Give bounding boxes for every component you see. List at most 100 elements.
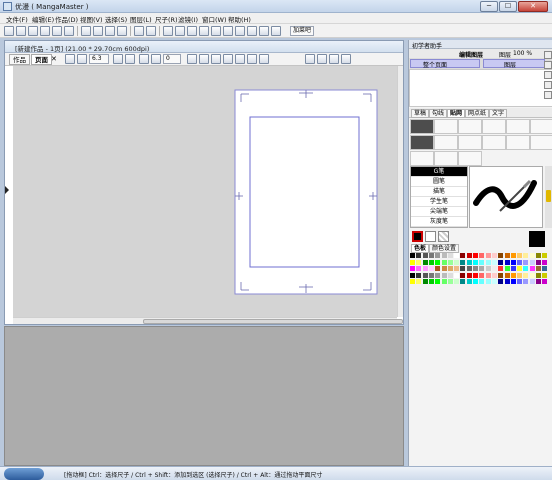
brush-item[interactable]: 尖端笔: [411, 207, 467, 217]
color-swatch[interactable]: [517, 279, 523, 284]
color-swatch[interactable]: [441, 279, 447, 284]
color-swatch[interactable]: [460, 266, 466, 271]
move-icon[interactable]: [223, 54, 233, 64]
color-swatch[interactable]: [529, 272, 535, 278]
color-swatch[interactable]: [435, 253, 441, 258]
color-swatch[interactable]: [479, 259, 485, 265]
color-swatch[interactable]: [485, 259, 491, 265]
color-swatch[interactable]: [491, 259, 497, 265]
eraser-tool-icon[interactable]: [317, 54, 327, 64]
slider-handle[interactable]: [546, 190, 551, 202]
color-swatch[interactable]: [473, 253, 478, 258]
color-swatch[interactable]: [447, 279, 453, 284]
color-swatch[interactable]: [536, 279, 541, 284]
zoom-field[interactable]: 6.3: [89, 54, 109, 64]
open-icon[interactable]: [28, 26, 38, 36]
new-layer-icon[interactable]: [544, 51, 552, 59]
color-swatch[interactable]: [422, 266, 428, 271]
layer-settings-icon[interactable]: [175, 26, 185, 36]
rotate-field[interactable]: 0: [163, 54, 181, 64]
toolbar-extra-button[interactable]: 加菜吧: [290, 26, 315, 36]
color-swatch[interactable]: [454, 279, 460, 284]
color-swatch[interactable]: [466, 253, 472, 258]
tab-lineart[interactable]: 勾线: [429, 109, 448, 118]
palette-icon[interactable]: [271, 26, 281, 36]
color-swatch[interactable]: [460, 259, 466, 265]
color-swatch[interactable]: [416, 259, 422, 265]
color-swatch[interactable]: [422, 279, 428, 284]
flip-h-icon[interactable]: [187, 54, 197, 64]
color-swatch[interactable]: [435, 266, 441, 271]
rect-tool-icon[interactable]: [506, 119, 530, 134]
new-icon[interactable]: [4, 26, 14, 36]
new-page-icon[interactable]: [16, 26, 26, 36]
color-swatch[interactable]: [542, 272, 548, 278]
color-swatch[interactable]: [529, 279, 535, 284]
maximize-button[interactable]: ☐: [499, 1, 517, 12]
copy-icon[interactable]: [93, 26, 103, 36]
color-swatch[interactable]: [441, 266, 447, 271]
frame-icon[interactable]: [235, 26, 245, 36]
color-swatch[interactable]: [536, 253, 541, 258]
brush-list[interactable]: G笔 圆笔 描笔 学生笔 尖端笔 灰度笔: [410, 166, 468, 228]
color-swatch[interactable]: [491, 253, 497, 258]
save-all-icon[interactable]: [52, 26, 62, 36]
tab-draft[interactable]: 草稿: [411, 109, 430, 118]
vertical-scrollbar[interactable]: [397, 66, 403, 317]
marker-tool-icon[interactable]: [434, 135, 458, 150]
color-swatch[interactable]: [422, 253, 428, 258]
color-swatch[interactable]: [491, 266, 497, 271]
move-tool-icon[interactable]: [530, 135, 552, 150]
menu-view[interactable]: 视图(V): [80, 14, 103, 24]
brush-item[interactable]: 描笔: [411, 187, 467, 197]
color-swatch[interactable]: [523, 259, 529, 265]
color-swatch[interactable]: [428, 259, 434, 265]
color-swatch[interactable]: [460, 253, 466, 258]
flip-v-icon[interactable]: [199, 54, 209, 64]
export-icon[interactable]: [64, 26, 74, 36]
layer-list[interactable]: [409, 69, 552, 107]
menu-window[interactable]: 窗口(W): [202, 14, 227, 24]
menu-works[interactable]: 作品(D): [55, 14, 78, 24]
brush-item[interactable]: 灰度笔: [411, 217, 467, 227]
ellipse-tool-icon[interactable]: [530, 119, 552, 134]
eyedropper-tool-icon[interactable]: [506, 135, 530, 150]
paste-icon[interactable]: [105, 26, 115, 36]
tab-tone[interactable]: 贴网: [447, 109, 466, 118]
color-swatch[interactable]: [479, 272, 485, 278]
image-icon[interactable]: [187, 26, 197, 36]
color-swatch[interactable]: [498, 253, 504, 258]
color-swatch[interactable]: [466, 266, 472, 271]
color-swatch[interactable]: [504, 253, 510, 258]
color-swatch[interactable]: [473, 272, 478, 278]
menu-file[interactable]: 文件(F): [6, 14, 28, 24]
color-swatch[interactable]: [517, 259, 523, 265]
rotate-left-icon[interactable]: [139, 54, 149, 64]
menu-filter[interactable]: 滤镜(I): [178, 14, 198, 24]
zoom-icon[interactable]: [77, 54, 87, 64]
color-swatch[interactable]: [410, 279, 415, 284]
brush-tool-icon[interactable]: [410, 135, 434, 150]
start-button[interactable]: [4, 468, 44, 480]
delete-layer-icon[interactable]: [544, 61, 552, 69]
page-icon[interactable]: [211, 26, 221, 36]
color-swatch[interactable]: [517, 253, 523, 258]
stamp-tool-icon[interactable]: [410, 151, 434, 166]
color-swatch[interactable]: [428, 279, 434, 284]
color-swatch[interactable]: [447, 253, 453, 258]
airbrush-tool-icon[interactable]: [458, 135, 482, 150]
color-swatch[interactable]: [473, 266, 478, 271]
fill-icon[interactable]: [247, 26, 257, 36]
texture-tool-icon[interactable]: [458, 151, 482, 166]
opacity-value[interactable]: 100 %: [513, 50, 532, 57]
color-swatch[interactable]: [510, 272, 516, 278]
color-swatch[interactable]: [473, 259, 478, 265]
color-swatch[interactable]: [542, 253, 548, 258]
color-swatch[interactable]: [435, 272, 441, 278]
tab-page[interactable]: 页面: [31, 54, 52, 65]
menu-ruler[interactable]: 尺子(R): [155, 14, 178, 24]
transparent-color[interactable]: [438, 231, 449, 242]
color-swatch[interactable]: [447, 259, 453, 265]
layer-down-icon[interactable]: [544, 91, 552, 99]
page-scope-item[interactable]: 整个页面: [410, 59, 480, 69]
